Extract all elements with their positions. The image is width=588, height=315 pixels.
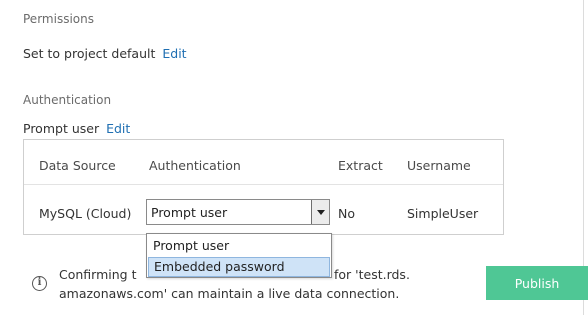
chevron-down-icon: [316, 209, 325, 215]
permissions-edit-link[interactable]: Edit: [162, 46, 186, 61]
message-line-1-end: for 'test.rds.: [334, 267, 410, 282]
authentication-row: Prompt user Edit: [23, 121, 130, 136]
cell-data-source: MySQL (Cloud): [39, 206, 132, 221]
dropdown-option-embedded-password[interactable]: Embedded password: [148, 257, 330, 277]
column-header-data-source: Data Source: [39, 158, 116, 173]
dropdown-toggle-button[interactable]: [311, 200, 329, 224]
permissions-heading: Permissions: [23, 12, 94, 26]
table-header-divider: [24, 184, 503, 185]
authentication-dropdown-menu: Prompt user Embedded password: [146, 233, 332, 278]
column-header-username: Username: [407, 158, 471, 173]
authentication-heading: Authentication: [23, 93, 112, 107]
message-line-1-start: Confirming t: [59, 267, 137, 282]
authentication-value: Prompt user: [23, 121, 100, 136]
cell-extract: No: [338, 206, 355, 221]
permissions-row: Set to project default Edit: [23, 46, 187, 61]
dropdown-option-prompt-user[interactable]: Prompt user: [148, 236, 330, 256]
authentication-select[interactable]: Prompt user: [146, 199, 330, 225]
cell-username: SimpleUser: [407, 206, 479, 221]
authentication-edit-link[interactable]: Edit: [106, 121, 130, 136]
column-header-authentication: Authentication: [149, 158, 241, 173]
message-line-2: amazonaws.com' can maintain a live data …: [59, 286, 400, 301]
column-header-extract: Extract: [338, 158, 383, 173]
permissions-value: Set to project default: [23, 46, 156, 61]
publish-button[interactable]: Publish: [486, 266, 588, 300]
authentication-select-value: Prompt user: [151, 205, 228, 220]
info-icon: i: [32, 276, 47, 291]
